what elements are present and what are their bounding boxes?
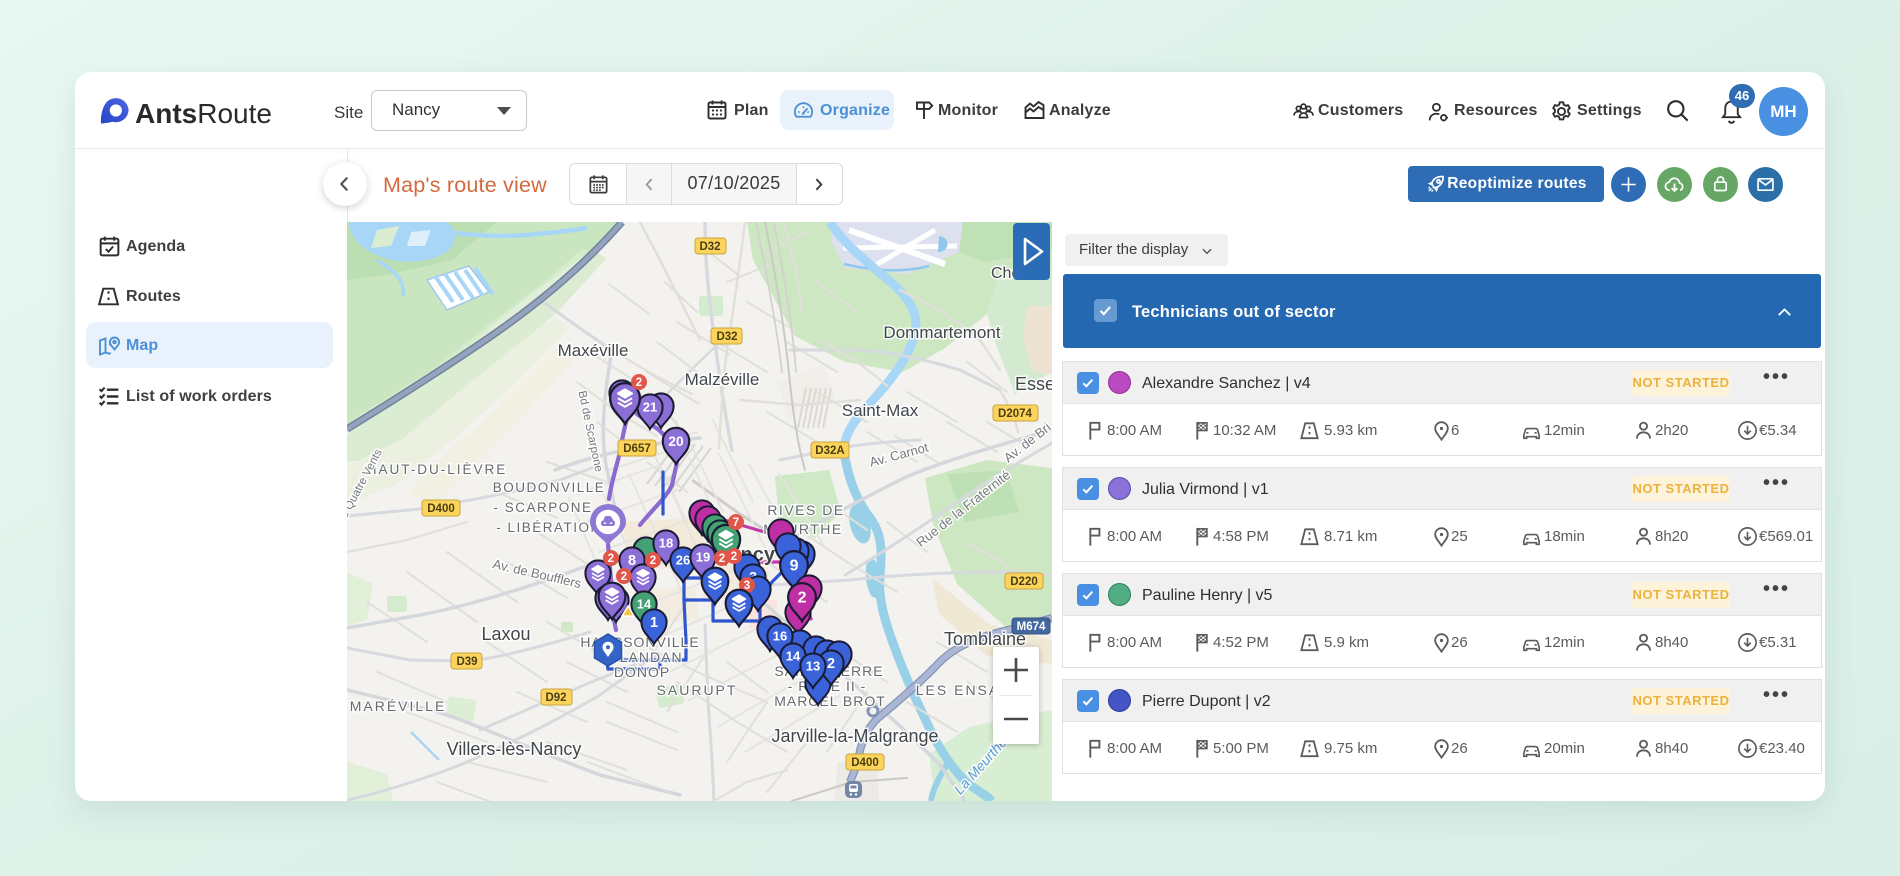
svg-text:14: 14 (786, 649, 801, 664)
svg-text:D220: D220 (1010, 576, 1038, 588)
svg-text:D32: D32 (716, 331, 737, 343)
svg-text:2: 2 (719, 553, 725, 565)
svg-text:2: 2 (827, 656, 835, 672)
svg-text:D39: D39 (456, 656, 477, 668)
svg-text:BOUDONVILLE: BOUDONVILLE (493, 480, 606, 495)
svg-text:DONOP: DONOP (614, 664, 670, 680)
svg-text:2: 2 (621, 571, 627, 583)
svg-text:7: 7 (733, 517, 739, 529)
svg-text:Saint-Max: Saint-Max (842, 401, 919, 420)
svg-text:2: 2 (636, 377, 642, 389)
svg-text:SAURUPT: SAURUPT (657, 682, 738, 698)
svg-text:Essey: Essey (1015, 374, 1052, 394)
svg-text:2: 2 (650, 555, 656, 567)
svg-text:1: 1 (650, 615, 658, 631)
svg-text:LES ENSA: LES ENSA (916, 682, 1000, 698)
svg-text:19: 19 (696, 550, 710, 565)
svg-text:Dommartemont: Dommartemont (883, 323, 1000, 342)
svg-text:21: 21 (643, 400, 657, 415)
svg-text:13: 13 (806, 659, 820, 674)
svg-text:RIVES DE: RIVES DE (767, 502, 844, 518)
svg-text:26: 26 (676, 553, 690, 568)
svg-text:Villers-lès-Nancy: Villers-lès-Nancy (447, 739, 582, 759)
svg-text:Maxéville: Maxéville (558, 341, 629, 360)
svg-text:2: 2 (608, 553, 614, 565)
svg-text:16: 16 (773, 629, 787, 644)
svg-text:D2074: D2074 (998, 408, 1032, 420)
svg-text:M674: M674 (1017, 621, 1046, 633)
svg-text:D32: D32 (699, 241, 720, 253)
svg-text:MARCEL BROT: MARCEL BROT (774, 693, 886, 709)
svg-text:Malzéville: Malzéville (685, 370, 760, 389)
svg-text:18: 18 (659, 536, 673, 551)
svg-text:MARÉVILLE: MARÉVILLE (350, 698, 447, 714)
svg-text:D400: D400 (851, 757, 879, 769)
svg-text:20: 20 (668, 434, 684, 449)
svg-text:9: 9 (790, 558, 799, 575)
svg-text:HAUT-DU-LIÈVRE: HAUT-DU-LIÈVRE (367, 462, 508, 477)
svg-text:D92: D92 (545, 692, 566, 704)
svg-text:- SCARPONE: - SCARPONE (493, 500, 592, 515)
svg-text:D32A: D32A (815, 445, 844, 457)
svg-text:- LIBÉRATION: - LIBÉRATION (496, 520, 602, 535)
svg-text:Laxou: Laxou (481, 624, 530, 644)
svg-text:2: 2 (731, 551, 737, 563)
svg-text:D657: D657 (623, 443, 651, 455)
svg-text:D400: D400 (427, 503, 455, 515)
svg-text:2: 2 (798, 590, 807, 607)
svg-text:Jarville-la-Malgrange: Jarville-la-Malgrange (771, 726, 938, 746)
